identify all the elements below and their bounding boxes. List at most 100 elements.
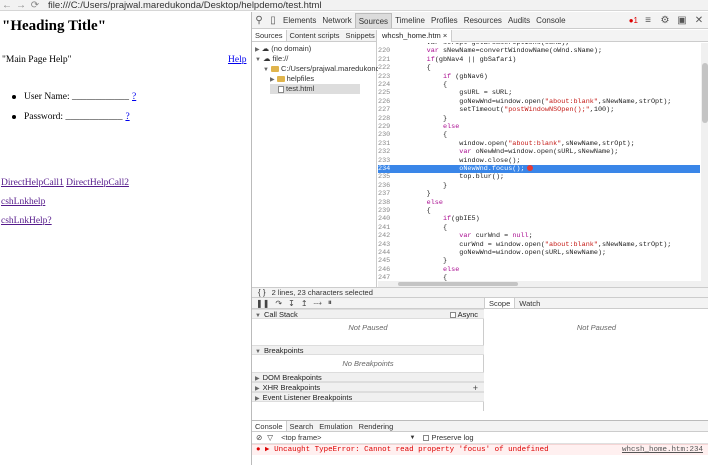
line-number[interactable]: 241 [378, 224, 394, 232]
error-source-link[interactable]: whcsh_home.htm:234 [622, 445, 703, 456]
frame-select[interactable]: <top frame> ▼ [278, 433, 418, 442]
line-number[interactable]: 243 [378, 241, 394, 249]
line-number[interactable]: 245 [378, 257, 394, 265]
line-number[interactable]: 235 [378, 173, 394, 181]
tree-item-helpfiles[interactable]: ▶ helpfiles [270, 74, 360, 84]
tab-sources-nav[interactable]: Sources [252, 30, 287, 41]
line-number[interactable]: 231 [378, 140, 394, 148]
tab-drawer-emulation[interactable]: Emulation [316, 421, 355, 431]
editor-tabs: whcsh_home.htm × [378, 29, 708, 42]
step-over-icon[interactable]: ↷ [275, 299, 282, 308]
line-number[interactable]: 240 [378, 215, 394, 223]
file-icon [278, 85, 284, 93]
line-number[interactable]: 226 [378, 98, 394, 106]
line-number[interactable]: 220 [378, 47, 394, 55]
tab-drawer-console[interactable]: Console [252, 421, 287, 431]
tab-resources[interactable]: Resources [461, 13, 505, 28]
tree-item-path[interactable]: ▼ C:/Users/prajwal.maredukonda/De [263, 64, 396, 74]
deactivate-breakpoints-icon[interactable]: ⤏ [314, 298, 322, 308]
inspect-icon[interactable]: ⚲ [252, 13, 266, 27]
code-line: 234 oNewWnd.focus(); [378, 165, 700, 174]
step-into-icon[interactable]: ↧ [288, 299, 295, 308]
scrollbar-thumb[interactable] [398, 282, 518, 286]
direct-help-call-1-link[interactable]: DirectHelpCall1 [1, 178, 64, 188]
folder-icon [270, 66, 279, 73]
code-line: 238 else [378, 198, 443, 207]
filter-icon[interactable]: ▽ [267, 433, 273, 442]
username-help-link[interactable]: ? [132, 92, 136, 102]
tab-sources[interactable]: Sources [354, 12, 393, 28]
tree-item-test-html[interactable]: test.html [270, 84, 360, 94]
drawer-icon[interactable]: ≡ [641, 14, 655, 28]
preserve-log-checkbox[interactable]: Preserve log [423, 433, 474, 442]
pause-icon[interactable]: ❚❚ [256, 299, 269, 308]
dock-icon[interactable]: ▣ [675, 14, 689, 28]
gear-icon[interactable]: ⚙ [658, 14, 672, 28]
pause-on-exceptions-icon[interactable]: ⏸ [328, 298, 332, 308]
error-expand-arrow-icon[interactable]: ▶ [265, 446, 270, 454]
back-icon[interactable]: ← [0, 0, 14, 11]
tab-timeline[interactable]: Timeline [392, 13, 428, 28]
close-icon[interactable]: ✕ [692, 14, 706, 28]
tab-drawer-search[interactable]: Search [287, 421, 317, 431]
tab-snippets[interactable]: Snippets [343, 30, 378, 41]
pretty-print-icon[interactable]: { } [252, 288, 272, 297]
close-tab-icon[interactable]: × [443, 31, 447, 40]
dom-breakpoints-header[interactable]: ▶ DOM Breakpoints [252, 372, 484, 382]
line-number[interactable]: 238 [378, 199, 394, 207]
code-line: 240 if(gbIE5) [378, 215, 480, 224]
line-number[interactable]: 225 [378, 89, 394, 97]
line-number[interactable]: 229 [378, 123, 394, 131]
tab-watch[interactable]: Watch [515, 298, 544, 308]
url-field[interactable]: file:///C:/Users/prajwal.maredukonda/Des… [48, 0, 322, 11]
reload-icon[interactable]: ⟳ [28, 0, 42, 11]
forward-icon[interactable]: → [14, 0, 28, 11]
line-number[interactable]: 246 [378, 266, 394, 274]
password-help-link[interactable]: ? [125, 112, 129, 122]
line-number[interactable]: 237 [378, 190, 394, 198]
clear-console-icon[interactable]: ⊘ [256, 433, 262, 442]
call-stack-empty: Not Paused [348, 323, 388, 332]
line-number[interactable]: 230 [378, 131, 394, 139]
line-number[interactable]: 234 [378, 165, 394, 173]
line-number[interactable]: 223 [378, 73, 394, 81]
debugger-sidebar: ▼ Call Stack Async Not Paused ▼ Breakpoint… [252, 309, 484, 411]
vertical-scrollbar[interactable] [701, 43, 708, 287]
line-number[interactable]: 242 [378, 232, 394, 240]
scrollbar-thumb[interactable] [702, 63, 708, 123]
step-out-icon[interactable]: ↥ [301, 299, 308, 308]
code-area[interactable]: var strOpt=getBrowserOptions(oWnd); 220 v… [378, 43, 708, 287]
line-number[interactable]: 227 [378, 106, 394, 114]
tab-content-scripts[interactable]: Content scripts [287, 30, 343, 41]
line-number[interactable]: 224 [378, 81, 394, 89]
line-number[interactable]: 244 [378, 249, 394, 257]
event-listener-breakpoints-header[interactable]: ▶ Event Listener Breakpoints [252, 392, 484, 402]
line-number[interactable]: 221 [378, 56, 394, 64]
breakpoints-header[interactable]: ▼ Breakpoints [252, 345, 484, 355]
line-number[interactable]: 236 [378, 182, 394, 190]
line-number[interactable]: 228 [378, 115, 394, 123]
error-count-badge[interactable]: ●1 [629, 16, 638, 25]
tab-scope[interactable]: Scope [484, 298, 516, 308]
tab-drawer-rendering[interactable]: Rendering [356, 421, 397, 431]
line-number[interactable]: 233 [378, 157, 394, 165]
tree-item-file[interactable]: ▼ ☁ file:// [255, 54, 288, 64]
tree-item-no-domain[interactable]: ▶ ☁ (no domain) [255, 44, 311, 54]
line-number[interactable]: 232 [378, 148, 394, 156]
tab-audits[interactable]: Audits [505, 13, 533, 28]
device-mode-icon[interactable]: ▯ [266, 13, 280, 27]
line-number[interactable]: 222 [378, 64, 394, 72]
tab-console[interactable]: Console [533, 13, 568, 28]
help-link[interactable]: Help [228, 55, 246, 65]
line-number[interactable]: 239 [378, 207, 394, 215]
call-stack-header[interactable]: ▼ Call Stack Async [252, 309, 484, 319]
csh-lnk-help-link[interactable]: cshLnkhelp [1, 197, 45, 207]
editor-tab-whcsh-home[interactable]: whcsh_home.htm × [378, 29, 453, 42]
tab-profiles[interactable]: Profiles [428, 13, 461, 28]
csh-lnk-help-q-link[interactable]: cshLnkHelp? [1, 216, 52, 226]
tab-elements[interactable]: Elements [280, 13, 319, 28]
xhr-breakpoints-header[interactable]: ▶ XHR Breakpoints + [252, 382, 484, 393]
tab-network[interactable]: Network [319, 13, 354, 28]
direct-help-call-2-link[interactable]: DirectHelpCall2 [66, 178, 129, 188]
async-checkbox[interactable]: Async [449, 310, 478, 320]
